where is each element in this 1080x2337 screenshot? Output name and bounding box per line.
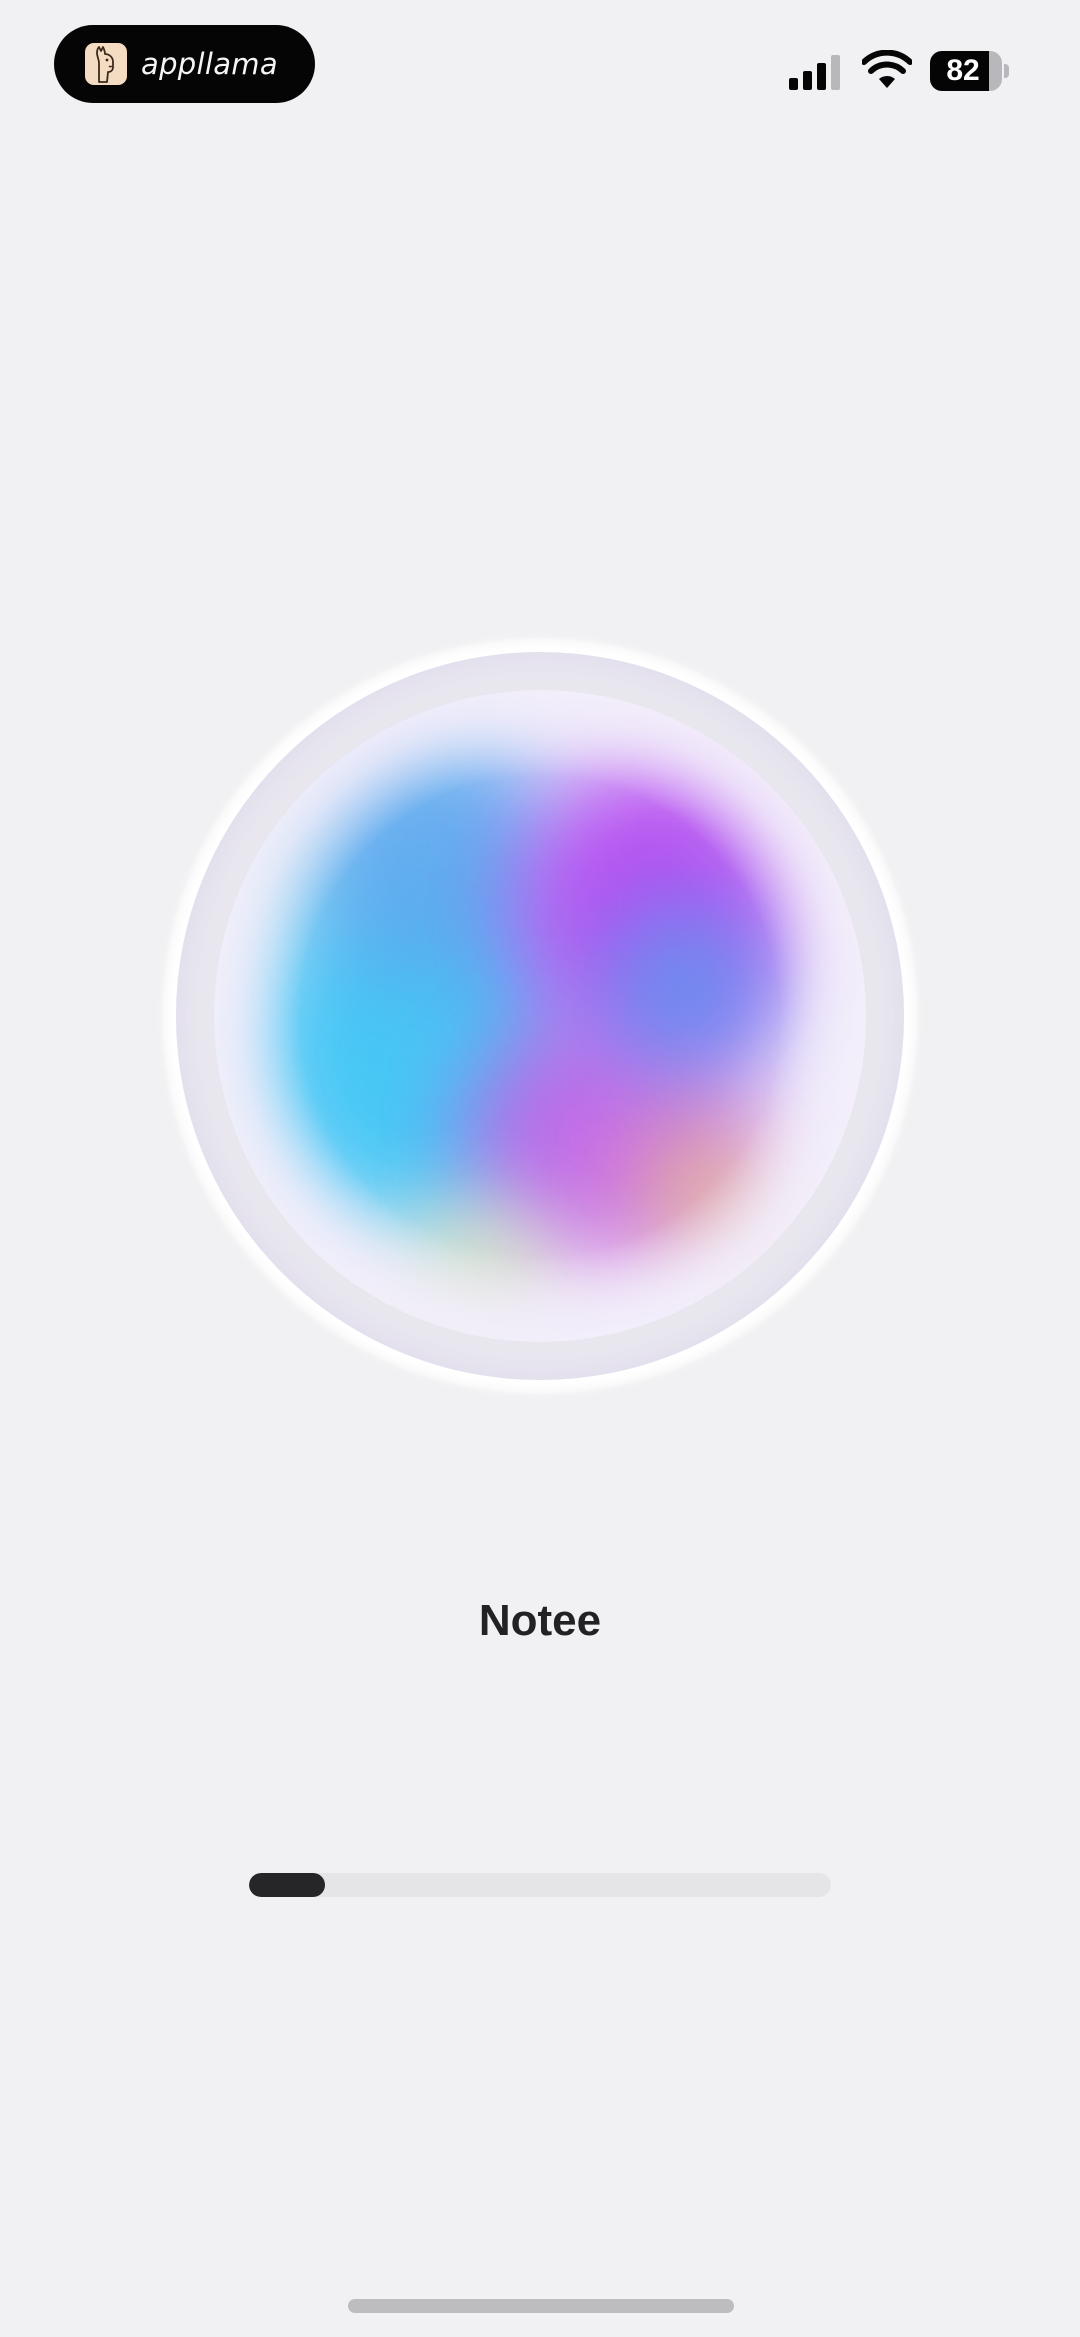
gradient-orb-icon — [214, 690, 866, 1342]
brand-name: appllama — [141, 47, 278, 81]
battery-indicator: 82 — [930, 51, 1010, 91]
llama-logo-icon — [85, 43, 127, 85]
orb-veil — [214, 690, 866, 1342]
app-title: Notee — [478, 1596, 602, 1645]
loading-progress-fill — [249, 1873, 325, 1897]
home-indicator[interactable] — [348, 2299, 734, 2313]
battery-level: 82 — [946, 54, 980, 87]
loading-progress-bar — [249, 1873, 831, 1897]
battery-tip — [1004, 64, 1009, 78]
brand-pill: appllama — [54, 25, 315, 103]
wifi-icon — [862, 50, 912, 88]
cellular-signal-icon — [789, 55, 840, 90]
battery-body: 82 — [930, 51, 1002, 91]
